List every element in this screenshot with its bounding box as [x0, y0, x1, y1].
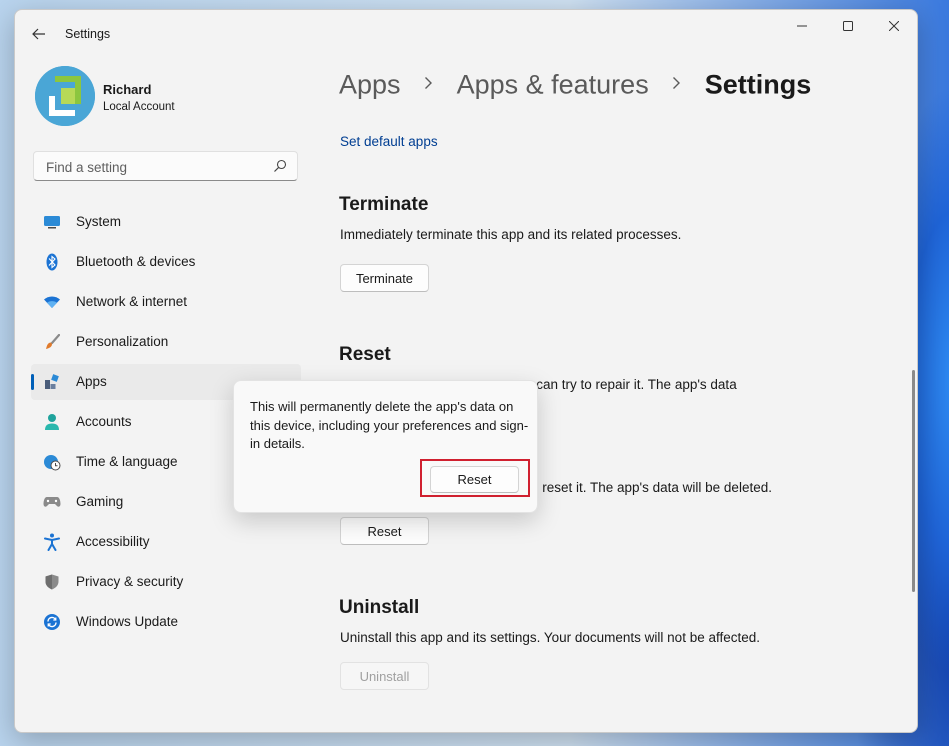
sidebar-item-label: Personalization [76, 334, 169, 349]
reset-repair-description: e can try to repair it. The app's data [525, 377, 737, 392]
person-icon [43, 413, 61, 431]
close-icon [889, 21, 899, 31]
wifi-icon [43, 293, 61, 311]
globe-clock-icon [43, 453, 61, 471]
sidebar-item-label: Accessibility [76, 534, 150, 549]
paintbrush-icon [43, 333, 61, 351]
sidebar-item-label: Network & internet [76, 294, 188, 309]
accessibility-icon [43, 533, 61, 551]
user-avatar-logo-icon [35, 66, 95, 126]
apps-grid-icon [43, 373, 61, 391]
sidebar-item-label: Apps [76, 374, 107, 389]
chevron-right-icon [424, 73, 433, 96]
sidebar-item-label: Bluetooth & devices [76, 254, 196, 269]
sidebar-item-windows-update[interactable]: Windows Update [31, 604, 301, 640]
terminate-description: Immediately terminate this app and its r… [340, 227, 682, 242]
back-button[interactable] [29, 24, 49, 44]
breadcrumb-apps-features[interactable]: Apps & features [457, 69, 649, 99]
user-name: Richard [103, 82, 152, 97]
account-type: Local Account [103, 101, 175, 113]
minimize-button[interactable] [779, 10, 825, 42]
refresh-sync-icon [43, 613, 61, 631]
search-input[interactable] [44, 157, 268, 177]
reset-description: t, reset it. The app's data will be dele… [531, 480, 772, 495]
page-title: Settings [704, 69, 812, 100]
flyout-message: This will permanently delete the app's d… [250, 399, 529, 451]
sidebar-item-bluetooth[interactable]: Bluetooth & devices [31, 244, 301, 280]
confirm-reset-button[interactable]: Reset [430, 466, 519, 493]
avatar [35, 66, 95, 126]
uninstall-description: Uninstall this app and its settings. You… [340, 630, 761, 645]
gamepad-icon [43, 493, 61, 511]
sidebar-item-label: Privacy & security [76, 574, 184, 589]
breadcrumb: Apps Apps & features Settings [339, 68, 811, 100]
window-title: Settings [65, 27, 111, 41]
sidebar-item-label: Time & language [76, 454, 178, 469]
search-icon[interactable] [273, 159, 287, 173]
chevron-right-icon [672, 73, 681, 96]
minimize-icon [797, 25, 807, 27]
sidebar-item-accessibility[interactable]: Accessibility [31, 524, 301, 560]
shield-icon [43, 573, 61, 591]
sidebar-item-network[interactable]: Network & internet [31, 284, 301, 320]
maximize-button[interactable] [825, 10, 871, 42]
terminate-heading: Terminate [339, 194, 429, 215]
back-arrow-icon [32, 28, 45, 40]
breadcrumb-apps[interactable]: Apps [339, 69, 401, 99]
sidebar-item-privacy-security[interactable]: Privacy & security [31, 564, 301, 600]
close-button[interactable] [871, 10, 917, 42]
search-box[interactable] [33, 151, 298, 181]
maximize-icon [843, 21, 853, 31]
sidebar-item-label: Gaming [76, 494, 124, 509]
title-bar: Settings [15, 10, 917, 58]
reset-button[interactable]: Reset [340, 517, 429, 545]
scrollbar[interactable] [912, 370, 915, 592]
sidebar-item-personalization[interactable]: Personalization [31, 324, 301, 360]
active-indicator [31, 374, 34, 390]
sidebar-item-label: Windows Update [76, 614, 179, 629]
terminate-button[interactable]: Terminate [340, 264, 429, 292]
reset-heading: Reset [339, 344, 391, 365]
monitor-icon [43, 213, 61, 231]
set-default-apps-link[interactable]: Set default apps [340, 134, 438, 149]
sidebar-item-label: System [76, 214, 122, 229]
bluetooth-icon [43, 253, 61, 271]
uninstall-heading: Uninstall [339, 597, 420, 618]
reset-confirmation-flyout: This will permanently delete the app's d… [233, 380, 538, 513]
uninstall-button: Uninstall [340, 662, 429, 690]
sidebar-item-label: Accounts [76, 414, 132, 429]
sidebar-item-system[interactable]: System [31, 204, 301, 240]
settings-window: Settings Richard Local Account Find a se… [14, 9, 918, 733]
